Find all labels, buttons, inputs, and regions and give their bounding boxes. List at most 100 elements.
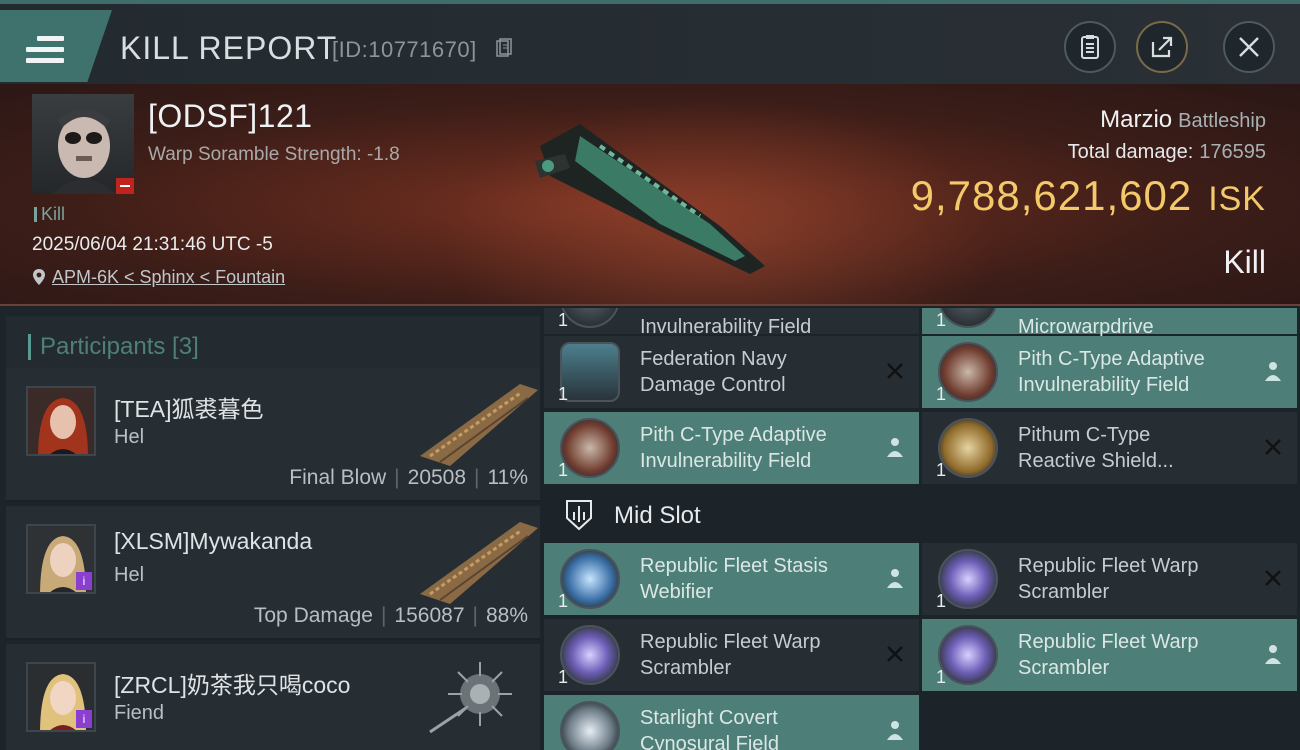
destroyed-x-icon xyxy=(1265,439,1281,455)
victim-portrait[interactable] xyxy=(32,94,134,194)
damage-value: 20508 xyxy=(407,466,467,489)
damage-control-icon xyxy=(560,342,620,402)
info-badge-icon: i xyxy=(76,710,92,728)
kill-banner: [ODSF]121 Warp Soramble Strength: -1.8 K… xyxy=(0,84,1300,306)
fitting-slot[interactable]: 1 Federation Navy Damage Control xyxy=(544,336,919,408)
participant-stats: Top Damage | 156087 | 88% xyxy=(253,604,528,627)
module-name: Pith C-Type Adaptive Invulnerability Fiel… xyxy=(1018,348,1205,396)
module-name: Pith C-Type Adaptive Invulnerability Fiel… xyxy=(640,424,827,472)
participants-panel: Participants [3] [TEA]狐裘暮色 Hel Final Blo… xyxy=(0,308,540,750)
result-label: Kill xyxy=(1223,244,1266,280)
participant-row[interactable]: [TEA]狐裘暮色 Hel Final Blow | 20508 | 11% xyxy=(6,368,540,502)
warp-scrambler-icon xyxy=(560,625,620,685)
fitting-slot[interactable]: 1 Republic Fleet Warp Scrambler xyxy=(922,619,1297,691)
report-id: [ID:10771670] xyxy=(332,37,477,62)
dropped-person-icon xyxy=(887,438,903,457)
stat-label: Final Blow xyxy=(289,466,387,489)
avatar[interactable]: i xyxy=(26,662,96,732)
warp-scrambler-icon xyxy=(938,549,998,609)
isk-unit: ISK xyxy=(1208,180,1266,218)
destroyed-x-icon xyxy=(887,363,903,379)
dropped-person-icon xyxy=(1265,645,1281,664)
damage-percent: 11% xyxy=(487,466,528,489)
dropped-person-icon xyxy=(887,569,903,588)
fitting-slot[interactable]: 1 Republic Fleet Stasis Webifier xyxy=(544,543,919,615)
clipboard-icon xyxy=(1081,35,1099,59)
ship-class: Battleship xyxy=(1178,110,1266,132)
kill-tag-label: Kill xyxy=(41,204,66,224)
module-name: Federation Navy Damage Control xyxy=(640,348,787,396)
fitting-slot[interactable]: 1 Invulnerability Field xyxy=(544,308,919,338)
participants-title: Participants [3] xyxy=(40,333,199,360)
warp-scrambler-icon xyxy=(938,625,998,685)
location-link[interactable]: APM-6K < Sphinx < Fountain xyxy=(52,267,285,287)
participant-ship-image xyxy=(420,384,538,466)
mid-slot-header: Mid Slot xyxy=(540,492,1300,542)
participants-header: Participants [3] xyxy=(6,316,540,374)
dropped-person-icon xyxy=(887,721,903,740)
page-title: KILL REPORT xyxy=(120,30,338,66)
module-name: Republic Fleet Warp Scrambler xyxy=(1018,555,1199,603)
module-name: Republic Fleet Warp Scrambler xyxy=(640,631,821,679)
damage-percent: 88% xyxy=(485,604,528,627)
participant-row[interactable]: i [XLSM]Mywakanda Hel Top Damage | 156087 |… xyxy=(6,506,540,640)
kill-timestamp: 2025/06/04 21:31:46 UTC -5 xyxy=(32,234,273,255)
total-damage-label: Total damage: xyxy=(1067,141,1194,163)
fitting-slot[interactable]: 1 Pithum C-Type Reactive Shield... xyxy=(922,412,1297,484)
total-damage: Total damage: 176595 xyxy=(1068,141,1266,164)
hamburger-icon xyxy=(26,36,64,66)
participant-row[interactable]: i [ZRCL]奶茶我只喝coco Fiend xyxy=(6,644,540,750)
share-icon xyxy=(1151,36,1173,58)
participant-ship: Hel xyxy=(114,564,145,586)
clipboard-button[interactable] xyxy=(1064,21,1116,73)
shield-module-icon xyxy=(560,418,620,478)
tag-bar xyxy=(34,207,37,222)
fitting-slot[interactable]: 1 Microwarpdrive xyxy=(922,308,1297,338)
destroyed-x-icon xyxy=(887,646,903,662)
fitting-slot[interactable]: 1 Pith C-Type Adaptive Invulnerability Fi… xyxy=(544,412,919,484)
stat-label: Top Damage xyxy=(253,604,373,627)
menu-button[interactable] xyxy=(0,10,112,82)
participant-ship-image xyxy=(420,522,538,604)
kill-type-tag: Kill xyxy=(34,204,65,225)
copy-icon[interactable] xyxy=(496,38,512,58)
victim-ship-name: Marzio Battleship xyxy=(1100,106,1266,134)
fitting-slot[interactable]: 1 Republic Fleet Warp Scrambler xyxy=(544,619,919,691)
shield-module-icon xyxy=(938,342,998,402)
kill-location[interactable]: APM-6K < Sphinx < Fountain xyxy=(32,267,285,288)
share-button[interactable] xyxy=(1136,21,1188,73)
cyno-field-icon xyxy=(560,701,620,750)
shield-module-icon xyxy=(938,418,998,478)
module-name: Pithum C-Type Reactive Shield... xyxy=(1018,424,1174,472)
module-name: Starlight Covert Cynosural Field xyxy=(640,707,779,750)
module-icon xyxy=(560,308,620,328)
header-bar: KILL REPORT [ID:10771670] xyxy=(0,0,1300,84)
location-pin-icon xyxy=(33,269,45,285)
participant-ship: Hel xyxy=(114,426,145,448)
isk-value: 9,788,621,602 ISK xyxy=(911,172,1266,220)
fitting-slot[interactable]: 1 Pith C-Type Adaptive Invulnerability Fi… xyxy=(922,336,1297,408)
ship-name: Marzio xyxy=(1100,106,1173,133)
victim-ship-image xyxy=(535,124,765,274)
mid-slot-icon xyxy=(566,500,592,531)
victim-name[interactable]: [ODSF]121 xyxy=(148,98,313,135)
participant-ship-image xyxy=(429,662,512,734)
avatar[interactable] xyxy=(26,386,96,456)
damage-value: 156087 xyxy=(394,604,465,627)
fitting-panel: 1 Invulnerability Field 1 Microwarpdrive… xyxy=(540,308,1300,750)
module-icon xyxy=(938,308,998,328)
participant-stats: Final Blow | 20508 | 11% xyxy=(289,466,528,489)
close-button[interactable] xyxy=(1223,21,1275,73)
destroyed-x-icon xyxy=(1265,570,1281,586)
participant-name: [ZRCL]奶茶我只喝coco xyxy=(114,672,351,698)
fitting-slot[interactable]: 1 Republic Fleet Warp Scrambler xyxy=(922,543,1297,615)
module-name: Republic Fleet Stasis Webifier xyxy=(640,555,828,603)
avatar[interactable]: i xyxy=(26,524,96,594)
dropped-person-icon xyxy=(1265,362,1281,381)
stasis-webifier-icon xyxy=(560,549,620,609)
close-icon xyxy=(1239,37,1259,57)
fitting-slot[interactable]: Starlight Covert Cynosural Field xyxy=(544,695,919,750)
standing-negative-icon xyxy=(116,178,134,194)
participant-ship: Fiend xyxy=(114,702,165,724)
mid-slot-label: Mid Slot xyxy=(614,502,701,529)
